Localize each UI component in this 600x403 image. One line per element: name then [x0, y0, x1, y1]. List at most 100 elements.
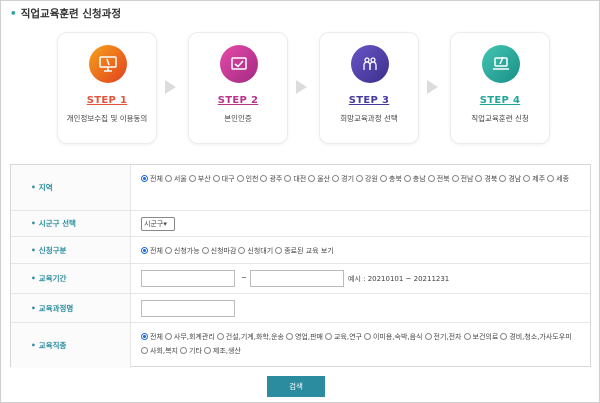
region-radio-3[interactable]: 대구 — [212, 172, 235, 186]
region-radio-16[interactable]: 제주 — [523, 172, 545, 186]
radio-icon[interactable] — [203, 347, 211, 354]
category-radio-1[interactable]: 사무,회계관리 — [164, 330, 215, 344]
radio-icon[interactable] — [463, 333, 471, 340]
radio-icon[interactable] — [164, 175, 172, 182]
category-radio-3[interactable]: 영업,판매 — [285, 330, 323, 344]
search-button[interactable]: 검색 — [267, 376, 325, 397]
region-radio-label: 대전 — [293, 175, 307, 183]
radio-icon[interactable] — [547, 175, 555, 182]
radio-icon[interactable] — [379, 175, 387, 182]
radio-icon[interactable] — [424, 333, 432, 340]
step-1-card: STEP 1 개인정보수집 및 이용동의 — [57, 32, 157, 144]
category-radio-9[interactable]: 사회,복지 — [141, 344, 178, 358]
status-radio-3[interactable]: 신청대기 — [238, 244, 273, 258]
radio-icon[interactable] — [451, 175, 459, 182]
period-to-input[interactable] — [250, 270, 344, 287]
region-radio-4[interactable]: 인천 — [236, 172, 258, 186]
radio-icon[interactable] — [285, 333, 293, 340]
category-radio-8[interactable]: 경비,청소,가사도우미 — [500, 330, 572, 344]
region-radio-label: 경기 — [341, 175, 355, 183]
category-radio-label: 건설,기계,화학,운송 — [225, 333, 284, 341]
region-radio-2[interactable]: 부산 — [188, 172, 211, 186]
radio-icon[interactable] — [332, 175, 340, 182]
course-row: 교육과정명 — [11, 294, 590, 323]
region-radio-14[interactable]: 경북 — [475, 172, 497, 186]
category-label: 교육직종 — [11, 323, 131, 368]
category-radio-4[interactable]: 교육,연구 — [324, 330, 362, 344]
status-radio-label: 전체 — [150, 247, 163, 255]
step-arrow-1 — [165, 80, 176, 94]
radio-icon[interactable] — [180, 347, 187, 354]
region-radio-8[interactable]: 경기 — [332, 172, 354, 186]
region-radio-label: 광주 — [269, 175, 283, 183]
radio-icon[interactable] — [164, 333, 172, 340]
radio-icon[interactable] — [363, 333, 371, 340]
status-radio-4[interactable]: 종료된 교육 보기 — [275, 244, 334, 258]
region-radio-11[interactable]: 충남 — [403, 172, 426, 186]
radio-icon[interactable] — [212, 175, 220, 182]
period-from-input[interactable] — [141, 270, 235, 287]
radio-icon[interactable] — [523, 175, 531, 182]
district-label: 시군구 선택 — [11, 211, 131, 236]
radio-icon[interactable] — [201, 247, 209, 254]
radio-icon[interactable] — [238, 247, 246, 254]
radio-icon[interactable] — [427, 175, 435, 182]
region-row: 지역 전체 서울 부산 대구 인천 광주 대전 울산 경기 강원 충북 충남 전북 전남 경북 경남 제주 세종 — [11, 165, 590, 211]
region-radio-15[interactable]: 경남 — [499, 172, 521, 186]
step-2-label: STEP 2 — [217, 95, 259, 106]
region-radio-label: 부산 — [197, 175, 211, 183]
radio-icon[interactable] — [216, 333, 224, 340]
region-radio-12[interactable]: 전북 — [427, 172, 450, 186]
step-1-label: STEP 1 — [86, 95, 128, 106]
radio-icon[interactable] — [356, 175, 364, 182]
radio-icon[interactable] — [188, 175, 196, 182]
category-radio-5[interactable]: 이미용,숙박,음식 — [363, 330, 423, 344]
region-radio-7[interactable]: 울산 — [308, 172, 330, 186]
status-radio-label: 신청가능 — [173, 247, 200, 255]
region-radio-13[interactable]: 전남 — [451, 172, 474, 186]
category-radio-11[interactable]: 제조,생산 — [203, 344, 241, 358]
status-radio-0[interactable]: 전체 — [141, 244, 163, 258]
radio-icon[interactable] — [324, 333, 332, 340]
category-radio-label: 기타 — [189, 347, 202, 355]
radio-icon[interactable] — [141, 333, 148, 340]
step-4-card: STEP 4 직업교육훈련 신청 — [450, 32, 550, 144]
radio-icon[interactable] — [475, 175, 483, 182]
radio-icon[interactable] — [236, 175, 244, 182]
radio-icon[interactable] — [499, 175, 507, 182]
radio-icon[interactable] — [164, 247, 172, 254]
radio-icon[interactable] — [141, 175, 148, 182]
region-radio-label: 전남 — [460, 175, 474, 183]
radio-icon[interactable] — [141, 347, 148, 354]
region-radio-0[interactable]: 전체 — [141, 172, 163, 186]
radio-icon[interactable] — [500, 333, 508, 340]
period-example: 예시 : 20210101 ~ 20211231 — [348, 275, 450, 283]
radio-icon[interactable] — [275, 247, 283, 254]
status-radio-2[interactable]: 신청마감 — [201, 244, 236, 258]
district-select[interactable]: 시군구▾ — [141, 217, 175, 231]
radio-icon[interactable] — [403, 175, 411, 182]
region-radio-17[interactable]: 세종 — [547, 172, 569, 186]
category-radio-0[interactable]: 전체 — [141, 330, 163, 344]
category-radio-label: 전체 — [150, 333, 163, 341]
radio-icon[interactable] — [141, 247, 148, 254]
region-radio-9[interactable]: 강원 — [356, 172, 378, 186]
status-radio-1[interactable]: 신청가능 — [164, 244, 200, 258]
category-row: 교육직종 전체 사무,회계관리 건설,기계,화학,운송 영업,판매 교육,연구 이미용,숙… — [11, 323, 590, 368]
course-name-input[interactable] — [141, 300, 235, 317]
category-radio-10[interactable]: 기타 — [180, 344, 202, 358]
status-options: 전체 신청가능 신청마감 신청대기 종료된 교육 보기 — [141, 237, 584, 263]
step-arrow-2 — [296, 80, 307, 94]
category-radio-7[interactable]: 보건의료 — [463, 330, 498, 344]
category-radio-6[interactable]: 전기,전자 — [424, 330, 462, 344]
radio-icon[interactable] — [260, 175, 268, 182]
status-row: 신청구분 전체 신청가능 신청마감 신청대기 종료된 교육 보기 — [11, 237, 590, 264]
region-radio-5[interactable]: 광주 — [260, 172, 282, 186]
category-radio-2[interactable]: 건설,기계,화학,운송 — [216, 330, 284, 344]
radio-icon[interactable] — [284, 175, 292, 182]
radio-icon[interactable] — [308, 175, 316, 182]
region-radio-1[interactable]: 서울 — [164, 172, 187, 186]
region-radio-10[interactable]: 충북 — [379, 172, 402, 186]
region-radio-6[interactable]: 대전 — [284, 172, 306, 186]
period-label: 교육기간 — [11, 264, 131, 293]
